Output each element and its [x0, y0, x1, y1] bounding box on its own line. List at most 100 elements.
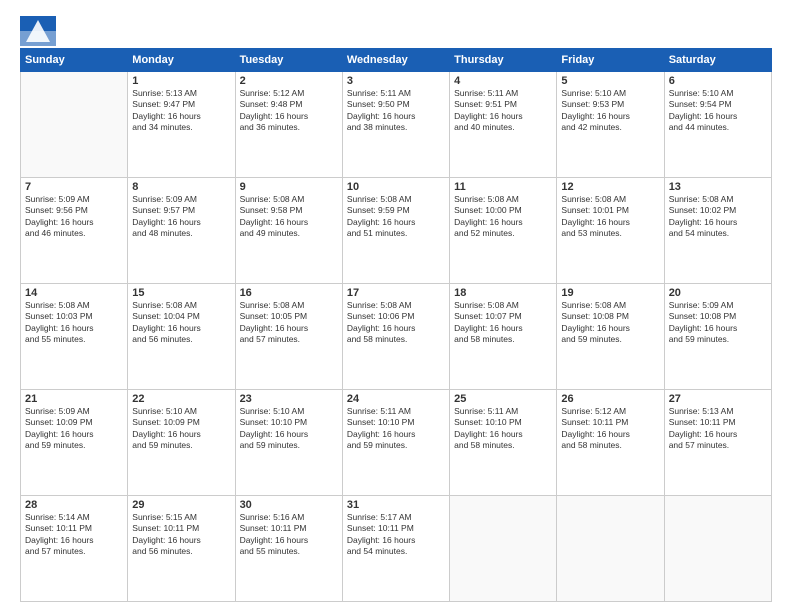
calendar-cell: 14Sunrise: 5:08 AM Sunset: 10:03 PM Dayl…	[21, 284, 128, 390]
calendar-cell: 20Sunrise: 5:09 AM Sunset: 10:08 PM Dayl…	[664, 284, 771, 390]
calendar-cell: 5Sunrise: 5:10 AM Sunset: 9:53 PM Daylig…	[557, 72, 664, 178]
calendar-cell: 29Sunrise: 5:15 AM Sunset: 10:11 PM Dayl…	[128, 496, 235, 602]
day-info: Sunrise: 5:11 AM Sunset: 9:50 PM Dayligh…	[347, 88, 445, 134]
day-number: 13	[669, 181, 767, 193]
calendar-cell: 9Sunrise: 5:08 AM Sunset: 9:58 PM Daylig…	[235, 178, 342, 284]
day-number: 15	[132, 287, 230, 299]
calendar-cell: 23Sunrise: 5:10 AM Sunset: 10:10 PM Dayl…	[235, 390, 342, 496]
logo	[20, 16, 54, 40]
day-number: 27	[669, 393, 767, 405]
day-number: 9	[240, 181, 338, 193]
day-info: Sunrise: 5:17 AM Sunset: 10:11 PM Daylig…	[347, 512, 445, 558]
day-info: Sunrise: 5:12 AM Sunset: 9:48 PM Dayligh…	[240, 88, 338, 134]
calendar-cell: 2Sunrise: 5:12 AM Sunset: 9:48 PM Daylig…	[235, 72, 342, 178]
day-number: 1	[132, 75, 230, 87]
calendar-week-row: 1Sunrise: 5:13 AM Sunset: 9:47 PM Daylig…	[21, 72, 772, 178]
day-number: 7	[25, 181, 123, 193]
day-info: Sunrise: 5:14 AM Sunset: 10:11 PM Daylig…	[25, 512, 123, 558]
calendar-cell	[450, 496, 557, 602]
day-info: Sunrise: 5:09 AM Sunset: 10:08 PM Daylig…	[669, 300, 767, 346]
calendar-cell: 13Sunrise: 5:08 AM Sunset: 10:02 PM Dayl…	[664, 178, 771, 284]
calendar-cell: 15Sunrise: 5:08 AM Sunset: 10:04 PM Dayl…	[128, 284, 235, 390]
day-number: 26	[561, 393, 659, 405]
day-info: Sunrise: 5:08 AM Sunset: 9:59 PM Dayligh…	[347, 194, 445, 240]
day-info: Sunrise: 5:16 AM Sunset: 10:11 PM Daylig…	[240, 512, 338, 558]
calendar-cell: 30Sunrise: 5:16 AM Sunset: 10:11 PM Dayl…	[235, 496, 342, 602]
day-number: 12	[561, 181, 659, 193]
day-info: Sunrise: 5:13 AM Sunset: 9:47 PM Dayligh…	[132, 88, 230, 134]
day-header-wednesday: Wednesday	[342, 49, 449, 72]
calendar-cell: 7Sunrise: 5:09 AM Sunset: 9:56 PM Daylig…	[21, 178, 128, 284]
day-info: Sunrise: 5:08 AM Sunset: 10:07 PM Daylig…	[454, 300, 552, 346]
day-info: Sunrise: 5:11 AM Sunset: 10:10 PM Daylig…	[347, 406, 445, 452]
day-number: 6	[669, 75, 767, 87]
day-number: 19	[561, 287, 659, 299]
day-info: Sunrise: 5:12 AM Sunset: 10:11 PM Daylig…	[561, 406, 659, 452]
day-number: 10	[347, 181, 445, 193]
day-header-thursday: Thursday	[450, 49, 557, 72]
day-info: Sunrise: 5:13 AM Sunset: 10:11 PM Daylig…	[669, 406, 767, 452]
calendar-cell: 18Sunrise: 5:08 AM Sunset: 10:07 PM Dayl…	[450, 284, 557, 390]
day-number: 25	[454, 393, 552, 405]
calendar-cell	[21, 72, 128, 178]
calendar-cell: 8Sunrise: 5:09 AM Sunset: 9:57 PM Daylig…	[128, 178, 235, 284]
calendar-week-row: 7Sunrise: 5:09 AM Sunset: 9:56 PM Daylig…	[21, 178, 772, 284]
day-header-sunday: Sunday	[21, 49, 128, 72]
day-number: 3	[347, 75, 445, 87]
day-number: 14	[25, 287, 123, 299]
calendar-cell: 24Sunrise: 5:11 AM Sunset: 10:10 PM Dayl…	[342, 390, 449, 496]
day-info: Sunrise: 5:09 AM Sunset: 9:57 PM Dayligh…	[132, 194, 230, 240]
logo-icon	[20, 16, 50, 40]
calendar-cell: 11Sunrise: 5:08 AM Sunset: 10:00 PM Dayl…	[450, 178, 557, 284]
day-number: 11	[454, 181, 552, 193]
day-number: 20	[669, 287, 767, 299]
day-number: 22	[132, 393, 230, 405]
day-number: 4	[454, 75, 552, 87]
calendar-cell: 1Sunrise: 5:13 AM Sunset: 9:47 PM Daylig…	[128, 72, 235, 178]
calendar-week-row: 14Sunrise: 5:08 AM Sunset: 10:03 PM Dayl…	[21, 284, 772, 390]
calendar-cell: 27Sunrise: 5:13 AM Sunset: 10:11 PM Dayl…	[664, 390, 771, 496]
day-header-tuesday: Tuesday	[235, 49, 342, 72]
calendar-week-row: 21Sunrise: 5:09 AM Sunset: 10:09 PM Dayl…	[21, 390, 772, 496]
calendar-cell: 17Sunrise: 5:08 AM Sunset: 10:06 PM Dayl…	[342, 284, 449, 390]
day-number: 31	[347, 499, 445, 511]
calendar-cell: 31Sunrise: 5:17 AM Sunset: 10:11 PM Dayl…	[342, 496, 449, 602]
day-info: Sunrise: 5:11 AM Sunset: 10:10 PM Daylig…	[454, 406, 552, 452]
day-number: 28	[25, 499, 123, 511]
day-info: Sunrise: 5:08 AM Sunset: 9:58 PM Dayligh…	[240, 194, 338, 240]
day-info: Sunrise: 5:11 AM Sunset: 9:51 PM Dayligh…	[454, 88, 552, 134]
day-number: 5	[561, 75, 659, 87]
day-number: 30	[240, 499, 338, 511]
day-info: Sunrise: 5:08 AM Sunset: 10:00 PM Daylig…	[454, 194, 552, 240]
header	[20, 16, 772, 40]
calendar-cell: 4Sunrise: 5:11 AM Sunset: 9:51 PM Daylig…	[450, 72, 557, 178]
calendar-cell: 19Sunrise: 5:08 AM Sunset: 10:08 PM Dayl…	[557, 284, 664, 390]
day-number: 18	[454, 287, 552, 299]
day-number: 23	[240, 393, 338, 405]
day-header-friday: Friday	[557, 49, 664, 72]
day-number: 8	[132, 181, 230, 193]
calendar-cell: 16Sunrise: 5:08 AM Sunset: 10:05 PM Dayl…	[235, 284, 342, 390]
calendar-cell: 3Sunrise: 5:11 AM Sunset: 9:50 PM Daylig…	[342, 72, 449, 178]
day-info: Sunrise: 5:08 AM Sunset: 10:08 PM Daylig…	[561, 300, 659, 346]
day-info: Sunrise: 5:08 AM Sunset: 10:02 PM Daylig…	[669, 194, 767, 240]
calendar-cell: 10Sunrise: 5:08 AM Sunset: 9:59 PM Dayli…	[342, 178, 449, 284]
day-info: Sunrise: 5:08 AM Sunset: 10:06 PM Daylig…	[347, 300, 445, 346]
page: SundayMondayTuesdayWednesdayThursdayFrid…	[0, 0, 792, 612]
day-number: 21	[25, 393, 123, 405]
calendar-table: SundayMondayTuesdayWednesdayThursdayFrid…	[20, 48, 772, 602]
day-header-monday: Monday	[128, 49, 235, 72]
day-info: Sunrise: 5:10 AM Sunset: 10:09 PM Daylig…	[132, 406, 230, 452]
day-info: Sunrise: 5:10 AM Sunset: 9:54 PM Dayligh…	[669, 88, 767, 134]
day-info: Sunrise: 5:09 AM Sunset: 10:09 PM Daylig…	[25, 406, 123, 452]
day-info: Sunrise: 5:08 AM Sunset: 10:05 PM Daylig…	[240, 300, 338, 346]
day-info: Sunrise: 5:15 AM Sunset: 10:11 PM Daylig…	[132, 512, 230, 558]
calendar-cell	[664, 496, 771, 602]
calendar-header-row: SundayMondayTuesdayWednesdayThursdayFrid…	[21, 49, 772, 72]
calendar-week-row: 28Sunrise: 5:14 AM Sunset: 10:11 PM Dayl…	[21, 496, 772, 602]
day-number: 29	[132, 499, 230, 511]
day-number: 2	[240, 75, 338, 87]
calendar-cell: 26Sunrise: 5:12 AM Sunset: 10:11 PM Dayl…	[557, 390, 664, 496]
calendar-cell: 21Sunrise: 5:09 AM Sunset: 10:09 PM Dayl…	[21, 390, 128, 496]
day-info: Sunrise: 5:10 AM Sunset: 9:53 PM Dayligh…	[561, 88, 659, 134]
